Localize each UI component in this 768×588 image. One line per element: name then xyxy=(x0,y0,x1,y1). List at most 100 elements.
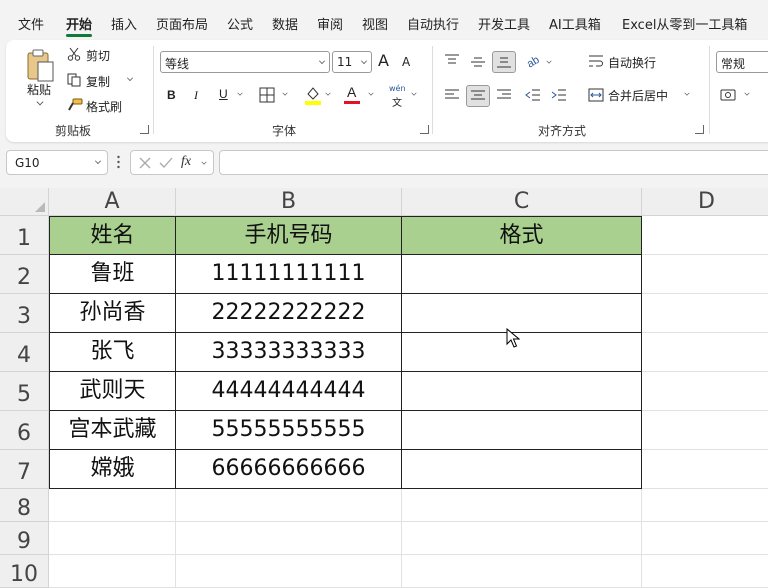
chevron-down-icon[interactable] xyxy=(201,159,207,165)
font-color-button[interactable]: A xyxy=(347,84,356,100)
tab-developer[interactable]: 开发工具 xyxy=(478,14,530,33)
cell-a5[interactable]: 武则天 xyxy=(49,372,176,411)
cell-d6[interactable] xyxy=(642,411,768,450)
tab-view[interactable]: 视图 xyxy=(362,14,388,33)
row-header-5[interactable]: 5 xyxy=(0,372,49,411)
copy-icon[interactable] xyxy=(67,73,81,87)
cell-d9[interactable] xyxy=(642,522,768,555)
copy-button[interactable]: 复制 xyxy=(86,73,110,90)
decrease-indent-icon[interactable] xyxy=(525,88,541,102)
grow-font-button[interactable]: A xyxy=(378,51,389,70)
tab-excel-toolbox[interactable]: Excel从零到一工具箱 xyxy=(622,14,747,33)
cell-b1[interactable]: 手机号码 xyxy=(176,216,402,255)
name-box[interactable]: G10 xyxy=(6,150,108,175)
cell-a1[interactable]: 姓名 xyxy=(49,216,176,255)
italic-button[interactable]: I xyxy=(194,88,198,103)
tab-home[interactable]: 开始 xyxy=(66,14,92,33)
row-header-9[interactable]: 9 xyxy=(0,522,49,555)
tab-review[interactable]: 审阅 xyxy=(317,14,343,33)
cell-a4[interactable]: 张飞 xyxy=(49,333,176,372)
scissors-icon[interactable] xyxy=(67,47,81,61)
clipboard-launcher-icon[interactable] xyxy=(140,125,149,134)
orientation-icon[interactable]: ab xyxy=(525,52,543,68)
cell-a7[interactable]: 嫦娥 xyxy=(49,450,176,489)
cell-a2[interactable]: 鲁班 xyxy=(49,255,176,294)
cell-b9[interactable] xyxy=(176,522,402,555)
cell-d7[interactable] xyxy=(642,450,768,489)
merge-center-button[interactable]: 合并后居中 xyxy=(608,87,668,104)
cell-c6[interactable] xyxy=(402,411,642,450)
row-header-4[interactable]: 4 xyxy=(0,333,49,372)
column-header-b[interactable]: B xyxy=(176,188,402,216)
borders-icon[interactable] xyxy=(259,87,275,103)
paste-label[interactable]: 粘贴 xyxy=(27,81,51,98)
tab-ai-toolbox[interactable]: AI工具箱 xyxy=(549,14,601,33)
row-header-2[interactable]: 2 xyxy=(0,255,49,294)
row-header-8[interactable]: 8 xyxy=(0,489,49,522)
cell-c3[interactable] xyxy=(402,294,642,333)
row-header-3[interactable]: 3 xyxy=(0,294,49,333)
row-header-7[interactable]: 7 xyxy=(0,450,49,489)
cell-b7[interactable]: 66666666666 xyxy=(176,450,402,489)
tab-data[interactable]: 数据 xyxy=(272,14,298,33)
cell-c1[interactable]: 格式 xyxy=(402,216,642,255)
tab-file[interactable]: 文件 xyxy=(18,14,44,33)
bold-button[interactable]: B xyxy=(167,88,176,102)
cell-d10[interactable] xyxy=(642,555,768,588)
more-options-icon[interactable] xyxy=(117,155,120,169)
font-size-combo[interactable]: 11 xyxy=(332,51,372,73)
cell-d4[interactable] xyxy=(642,333,768,372)
cell-c7[interactable] xyxy=(402,450,642,489)
font-name-combo[interactable]: 等线 xyxy=(160,51,330,73)
format-painter-icon[interactable] xyxy=(67,98,83,112)
cell-d1[interactable] xyxy=(642,216,768,255)
cell-a6[interactable]: 宫本武藏 xyxy=(49,411,176,450)
phonetic-top-label[interactable]: wén xyxy=(389,84,406,93)
cell-c5[interactable] xyxy=(402,372,642,411)
cancel-icon[interactable] xyxy=(139,157,151,169)
align-left-icon[interactable] xyxy=(444,88,460,102)
row-header-1[interactable]: 1 xyxy=(0,216,49,255)
select-all-button[interactable] xyxy=(0,188,49,216)
align-center-button[interactable] xyxy=(466,85,490,107)
cell-d3[interactable] xyxy=(642,294,768,333)
chevron-down-icon[interactable] xyxy=(319,58,325,64)
shrink-font-button[interactable]: A xyxy=(402,55,410,69)
wrap-text-icon[interactable] xyxy=(588,54,604,68)
column-header-a[interactable]: A xyxy=(49,188,176,216)
cell-b3[interactable]: 22222222222 xyxy=(176,294,402,333)
column-header-d[interactable]: D xyxy=(642,188,768,216)
cut-button[interactable]: 剪切 xyxy=(86,47,110,64)
row-header-6[interactable]: 6 xyxy=(0,411,49,450)
align-bottom-button[interactable] xyxy=(492,51,516,73)
formula-input[interactable] xyxy=(219,150,768,175)
cell-c2[interactable] xyxy=(402,255,642,294)
cell-b5[interactable]: 44444444444 xyxy=(176,372,402,411)
number-format-combo[interactable]: 常规 xyxy=(716,51,768,73)
tab-insert[interactable]: 插入 xyxy=(111,14,137,33)
align-top-icon[interactable] xyxy=(444,54,460,66)
cell-c4[interactable] xyxy=(402,333,642,372)
enter-check-icon[interactable] xyxy=(159,157,173,169)
accounting-format-icon[interactable] xyxy=(720,88,738,102)
phonetic-bottom-label[interactable]: 文 xyxy=(392,94,402,109)
cell-b4[interactable]: 33333333333 xyxy=(176,333,402,372)
column-header-c[interactable]: C xyxy=(402,188,642,216)
cell-c9[interactable] xyxy=(402,522,642,555)
chevron-down-icon[interactable] xyxy=(95,158,101,164)
cell-d8[interactable] xyxy=(642,489,768,522)
paste-icon[interactable] xyxy=(26,48,56,84)
cell-b6[interactable]: 55555555555 xyxy=(176,411,402,450)
align-right-icon[interactable] xyxy=(496,88,512,102)
font-launcher-icon[interactable] xyxy=(420,125,429,134)
cell-b10[interactable] xyxy=(176,555,402,588)
alignment-launcher-icon[interactable] xyxy=(695,125,704,134)
wrap-text-button[interactable]: 自动换行 xyxy=(608,54,656,71)
format-painter-button[interactable]: 格式刷 xyxy=(86,98,122,115)
cell-b2[interactable]: 11111111111 xyxy=(176,255,402,294)
increase-indent-icon[interactable] xyxy=(551,88,567,102)
fill-color-icon[interactable] xyxy=(304,85,322,105)
cell-d5[interactable] xyxy=(642,372,768,411)
underline-button[interactable]: U xyxy=(219,87,228,101)
row-header-10[interactable]: 10 xyxy=(0,555,49,588)
